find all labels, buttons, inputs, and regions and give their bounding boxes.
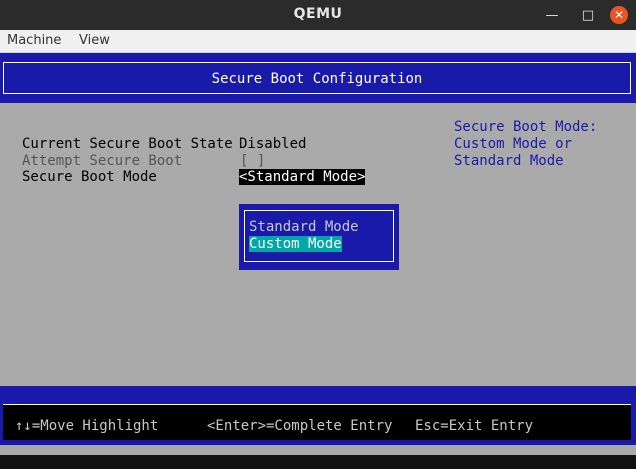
option-custom-mode[interactable]: Custom Mode	[249, 236, 342, 252]
page-title: Secure Boot Configuration	[211, 71, 423, 87]
attempt-secure-boot-checkbox[interactable]: [ ]	[240, 153, 265, 169]
mode-popup: Standard Mode Custom Mode	[239, 204, 399, 270]
vm-screen: Secure Boot Configuration Current Secure…	[0, 53, 636, 455]
maximize-icon[interactable]: □	[578, 5, 598, 25]
secure-boot-mode-label: Secure Boot Mode	[22, 169, 157, 185]
header-frame: Secure Boot Configuration	[3, 62, 631, 94]
hint-exit-entry: Esc=Exit Entry	[415, 418, 534, 434]
secure-boot-mode-select[interactable]: <Standard Mode>	[239, 169, 366, 185]
help-line-2: Custom Mode or	[454, 136, 573, 152]
hint-complete-entry: <Enter>=Complete Entry	[207, 418, 393, 434]
menu-machine[interactable]: Machine	[7, 33, 61, 48]
attempt-secure-boot-label: Attempt Secure Boot	[22, 153, 183, 169]
window-title: QEMU	[293, 6, 343, 22]
minimize-icon[interactable]: —	[542, 5, 562, 25]
bios-footer: ↑↓=Move Highlight <Enter>=Complete Entry…	[0, 386, 636, 445]
menu-view[interactable]: View	[79, 33, 110, 48]
current-state-value: Disabled	[239, 136, 307, 152]
current-state-label: Current Secure Boot State	[22, 136, 233, 152]
window-titlebar: QEMU — □ ✕	[0, 0, 636, 30]
menu-bar: Machine View	[0, 30, 636, 53]
help-line-1: Secure Boot Mode:	[454, 119, 598, 135]
bios-header: Secure Boot Configuration	[0, 53, 636, 103]
footer-bar: ↑↓=Move Highlight <Enter>=Complete Entry…	[3, 404, 631, 440]
window-bottom-edge	[0, 455, 636, 469]
option-standard-mode[interactable]: Standard Mode	[249, 219, 359, 235]
close-icon[interactable]: ✕	[610, 6, 628, 24]
help-line-3: Standard Mode	[454, 153, 564, 169]
hint-move-highlight: ↑↓=Move Highlight	[15, 418, 159, 434]
